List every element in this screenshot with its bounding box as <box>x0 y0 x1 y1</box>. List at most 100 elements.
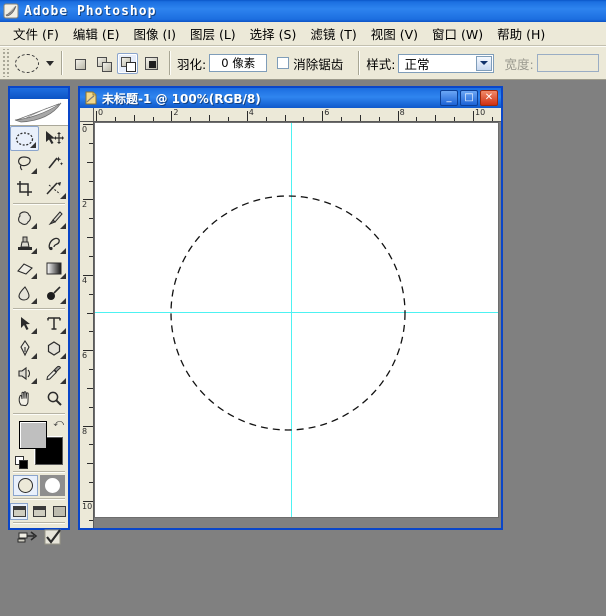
tool-pen[interactable] <box>10 336 39 361</box>
swap-colors-icon[interactable]: ⤺ <box>53 418 64 429</box>
divider <box>13 308 65 309</box>
subtract-from-selection-button[interactable] <box>117 53 138 74</box>
flyout-triangle-icon <box>60 378 66 384</box>
menu-window[interactable]: 窗口 (W) <box>425 22 490 45</box>
fullscreen-mode-icon <box>53 506 66 517</box>
foreground-color-swatch[interactable] <box>19 421 47 449</box>
quickmask-mode-button[interactable] <box>40 475 65 496</box>
standard-screen-mode-button[interactable] <box>10 503 28 520</box>
width-input[interactable] <box>537 54 599 72</box>
jump-to-editor-button[interactable] <box>43 528 63 549</box>
fullscreen-mode-button[interactable] <box>50 503 68 520</box>
options-bar-grip[interactable] <box>1 49 9 77</box>
menu-file[interactable]: 文件 (F) <box>6 22 66 45</box>
chevron-down-icon[interactable] <box>476 56 492 71</box>
toolbox-drag-handle[interactable] <box>10 88 68 99</box>
vertical-ruler[interactable]: 024681012 <box>80 122 94 528</box>
subtract-selection-icon-front <box>126 62 136 72</box>
standard-mode-button[interactable] <box>13 475 38 496</box>
tool-path-selection[interactable] <box>10 311 39 336</box>
quickmask-mode-icon <box>45 478 60 493</box>
tool-elliptical-marquee[interactable] <box>10 126 39 151</box>
flyout-triangle-icon <box>31 328 37 334</box>
screenmode-group <box>10 503 68 520</box>
tool-preset-picker[interactable] <box>15 54 54 73</box>
jump-to-imageready-button[interactable] <box>16 528 38 549</box>
tool-gradient[interactable] <box>39 256 68 281</box>
style-label: 样式: <box>366 54 395 73</box>
tool-blur[interactable] <box>10 281 39 306</box>
divider <box>13 413 65 414</box>
tool-crop[interactable] <box>10 176 39 201</box>
document-window: 未标题-1 @ 100%(RGB/8) _ □ ✕ 024681012 0246… <box>78 86 503 530</box>
vertical-guide[interactable] <box>291 123 292 517</box>
style-select[interactable]: 正常 <box>398 54 494 73</box>
photoshop-window: Adobe Photoshop 文件 (F) 编辑 (E) 图像 (I) 图层 … <box>0 0 606 616</box>
horizontal-guide[interactable] <box>95 312 498 313</box>
minimize-button[interactable]: _ <box>440 90 458 106</box>
feather-input[interactable]: 0 像素 <box>209 54 267 72</box>
flyout-triangle-icon <box>31 168 37 174</box>
jump-to-group <box>10 528 68 549</box>
tool-grid <box>10 126 68 201</box>
standard-screen-mode-icon <box>13 506 26 517</box>
toolbox-feather-logo <box>10 99 68 126</box>
menu-view[interactable]: 视图 (V) <box>364 22 425 45</box>
window-buttons: _ □ ✕ <box>440 90 498 106</box>
tool-magic-wand[interactable] <box>39 151 68 176</box>
document-body: 024681012 024681012 <box>80 108 501 528</box>
maximize-button[interactable]: □ <box>460 90 478 106</box>
add-to-selection-button[interactable] <box>93 53 114 74</box>
divider <box>13 471 65 472</box>
menu-image[interactable]: 图像 (I) <box>127 22 183 45</box>
antialias-checkbox[interactable] <box>277 57 289 69</box>
tool-shape[interactable] <box>39 336 68 361</box>
menu-bar: 文件 (F) 编辑 (E) 图像 (I) 图层 (L) 选择 (S) 滤镜 (T… <box>0 22 606 46</box>
style-value: 正常 <box>399 54 429 73</box>
intersect-selection-button[interactable] <box>141 53 162 74</box>
app-title: Adobe Photoshop <box>24 4 156 19</box>
divider <box>13 203 65 204</box>
elliptical-selection-marching-ants <box>95 123 498 517</box>
tool-healing-brush[interactable] <box>10 206 39 231</box>
tool-brush[interactable] <box>39 206 68 231</box>
default-colors-icon[interactable] <box>15 456 26 467</box>
image-canvas[interactable] <box>95 123 498 517</box>
menu-edit[interactable]: 编辑 (E) <box>66 22 127 45</box>
chevron-down-icon <box>46 61 54 66</box>
tool-dodge[interactable] <box>39 281 68 306</box>
intersect-selection-icon-front <box>149 61 156 68</box>
tool-eyedropper[interactable] <box>39 361 68 386</box>
antialias-checkbox-row[interactable]: 消除锯齿 <box>277 54 346 73</box>
canvas-scroll-area[interactable] <box>94 122 501 528</box>
tool-eraser[interactable] <box>10 256 39 281</box>
new-selection-icon <box>75 59 86 70</box>
ruler-corner[interactable] <box>80 108 94 122</box>
tool-lasso[interactable] <box>10 151 39 176</box>
menu-filter[interactable]: 滤镜 (T) <box>303 22 363 45</box>
menu-select[interactable]: 选择 (S) <box>243 22 304 45</box>
tool-type[interactable] <box>39 311 68 336</box>
flyout-triangle-icon <box>31 273 37 279</box>
tool-move[interactable] <box>39 126 68 151</box>
width-label: 宽度: <box>504 54 533 73</box>
tool-hand[interactable] <box>10 386 39 411</box>
divider <box>169 51 170 75</box>
menu-layer[interactable]: 图层 (L) <box>183 22 243 45</box>
tool-options-bar: 羽化: 0 像素 消除锯齿 样式: 正常 宽度: <box>0 46 606 80</box>
new-selection-button[interactable] <box>69 53 90 74</box>
tool-slice[interactable] <box>39 176 68 201</box>
document-title-bar[interactable]: 未标题-1 @ 100%(RGB/8) _ □ ✕ <box>80 88 501 108</box>
flyout-triangle-icon <box>60 223 66 229</box>
tool-history-brush[interactable] <box>39 231 68 256</box>
document-title: 未标题-1 @ 100%(RGB/8) <box>102 90 440 107</box>
fullscreen-menubar-mode-button[interactable] <box>30 503 48 520</box>
close-icon: ✕ <box>485 93 493 103</box>
horizontal-ruler[interactable]: 024681012 <box>94 108 501 122</box>
menu-help[interactable]: 帮助 (H) <box>490 22 552 45</box>
close-button[interactable]: ✕ <box>480 90 498 106</box>
flyout-triangle-icon <box>31 298 37 304</box>
tool-notes[interactable] <box>10 361 39 386</box>
tool-zoom[interactable] <box>39 386 68 411</box>
tool-clone-stamp[interactable] <box>10 231 39 256</box>
